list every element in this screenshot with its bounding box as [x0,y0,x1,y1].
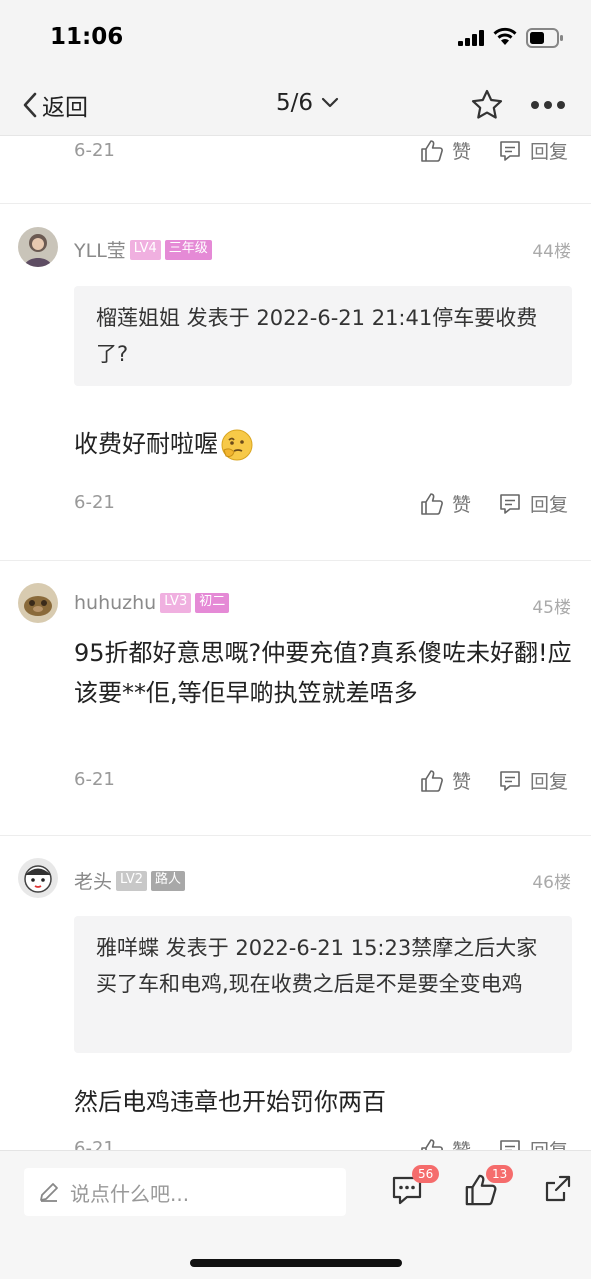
comment-icon [500,770,520,791]
like-button[interactable]: 赞 [420,1136,471,1150]
reply-button[interactable]: 回复 [498,490,568,517]
reply-button[interactable]: 回复 [498,767,568,794]
status-time: 11:06 [50,24,124,50]
like-label: 赞 [452,494,472,516]
reply-list[interactable]: 6-21 赞 回复 YLL莹 LV4 三年级 44楼 榴莲姐姐 发表于 2022… [0,137,591,1150]
user-info: YLL莹 LV4 三年级 [74,236,212,263]
username[interactable]: YLL莹 [74,236,126,263]
post-text-content: 收费好耐啦喔 [74,430,218,458]
user-info: 老头 LV2 路人 [74,867,186,894]
reply-button[interactable]: 回复 [498,1136,568,1150]
post-text: 收费好耐啦喔 [74,424,572,464]
share-icon [545,1175,571,1202]
thumbs-up-icon [421,139,443,162]
status-bar: 11:06 [0,0,591,74]
reply-label: 回复 [530,1136,568,1150]
page-indicator: 5/6 [276,90,314,116]
chevron-left-icon [23,92,37,118]
chevron-down-icon [321,97,339,108]
rank-badge: 三年级 [164,239,212,260]
list-item: huhuzhu LV3 初二 45楼 95折都好意思嘅?仲要充值?真系傻咗未好翻… [0,561,591,836]
more-options-icon[interactable] [530,100,566,110]
quoted-reply[interactable]: 雅咩蝶 发表于 2022-6-21 15:23禁摩之后大家买了车和电鸡,现在收费… [74,916,572,1053]
battery-icon [526,28,563,48]
share-button[interactable] [542,1173,574,1209]
like-count-badge: 13 [486,1165,514,1183]
post-date: 6-21 [74,140,115,161]
comment-placeholder: 说点什么吧... [70,1181,190,1206]
comment-input[interactable]: 说点什么吧... [24,1168,346,1216]
back-button[interactable]: 返回 [22,88,88,122]
favorite-star-icon[interactable] [470,88,504,122]
list-item: 6-21 赞 回复 [0,137,591,204]
page-selector[interactable]: 5/6 [276,90,339,116]
comment-icon [500,1139,520,1150]
like-button[interactable]: 赞 [420,490,471,517]
bottom-toolbar: 说点什么吧... 56 13 [0,1150,591,1279]
thumbs-up-icon [421,492,443,515]
like-post-button[interactable]: 13 [464,1165,514,1211]
avatar[interactable] [18,858,58,898]
reply-label: 回复 [530,771,569,793]
thumbs-up-icon [421,769,443,792]
like-label: 赞 [452,141,472,163]
user-info: huhuzhu LV3 初二 [74,592,230,614]
level-badge: LV3 [160,593,192,613]
post-text: 95折都好意思嘅?仲要充值?真系傻咗未好翻!应该要**佢,等佢早啲执笠就差唔多 [74,639,572,707]
like-button[interactable]: 赞 [420,137,471,164]
back-label: 返回 [42,95,88,121]
wifi-icon [493,27,517,45]
rank-badge: 初二 [195,593,230,613]
level-badge: LV4 [129,239,161,260]
floor-number: 45楼 [532,598,571,618]
comment-icon [500,493,520,514]
thinking-face-icon [221,429,253,461]
avatar[interactable] [18,583,58,623]
like-label: 赞 [452,771,472,793]
reply-button[interactable]: 回复 [498,137,568,164]
post-date: 6-21 [74,769,115,790]
username[interactable]: 老头 [74,867,112,894]
post-date: 6-21 [74,1138,115,1150]
comments-button[interactable]: 56 [390,1165,440,1211]
avatar[interactable] [18,227,58,267]
post-date: 6-21 [74,492,115,513]
thumbs-up-icon [421,1138,443,1150]
floor-number: 46楼 [532,873,571,893]
level-badge: LV2 [116,870,147,891]
home-indicator[interactable] [190,1259,402,1267]
comment-count-badge: 56 [412,1165,440,1183]
username[interactable]: huhuzhu [74,592,156,614]
pencil-icon [40,1183,58,1202]
floor-number: 44楼 [532,242,571,262]
like-button[interactable]: 赞 [420,767,471,794]
reply-label: 回复 [530,494,569,516]
list-item: YLL莹 LV4 三年级 44楼 榴莲姐姐 发表于 2022-6-21 21:4… [0,204,591,561]
reply-label: 回复 [530,141,569,163]
like-label: 赞 [452,1136,471,1150]
cellular-signal-icon [458,30,484,46]
comment-icon [500,140,520,161]
list-item: 老头 LV2 路人 46楼 雅咩蝶 发表于 2022-6-21 15:23禁摩之… [0,836,591,1150]
rank-badge: 路人 [151,870,186,891]
post-text: 然后电鸡违章也开始罚你两百 [74,1088,386,1116]
navigation-bar: 返回 5/6 [0,74,591,136]
quoted-reply[interactable]: 榴莲姐姐 发表于 2022-6-21 21:41停车要收费了? [74,286,572,386]
